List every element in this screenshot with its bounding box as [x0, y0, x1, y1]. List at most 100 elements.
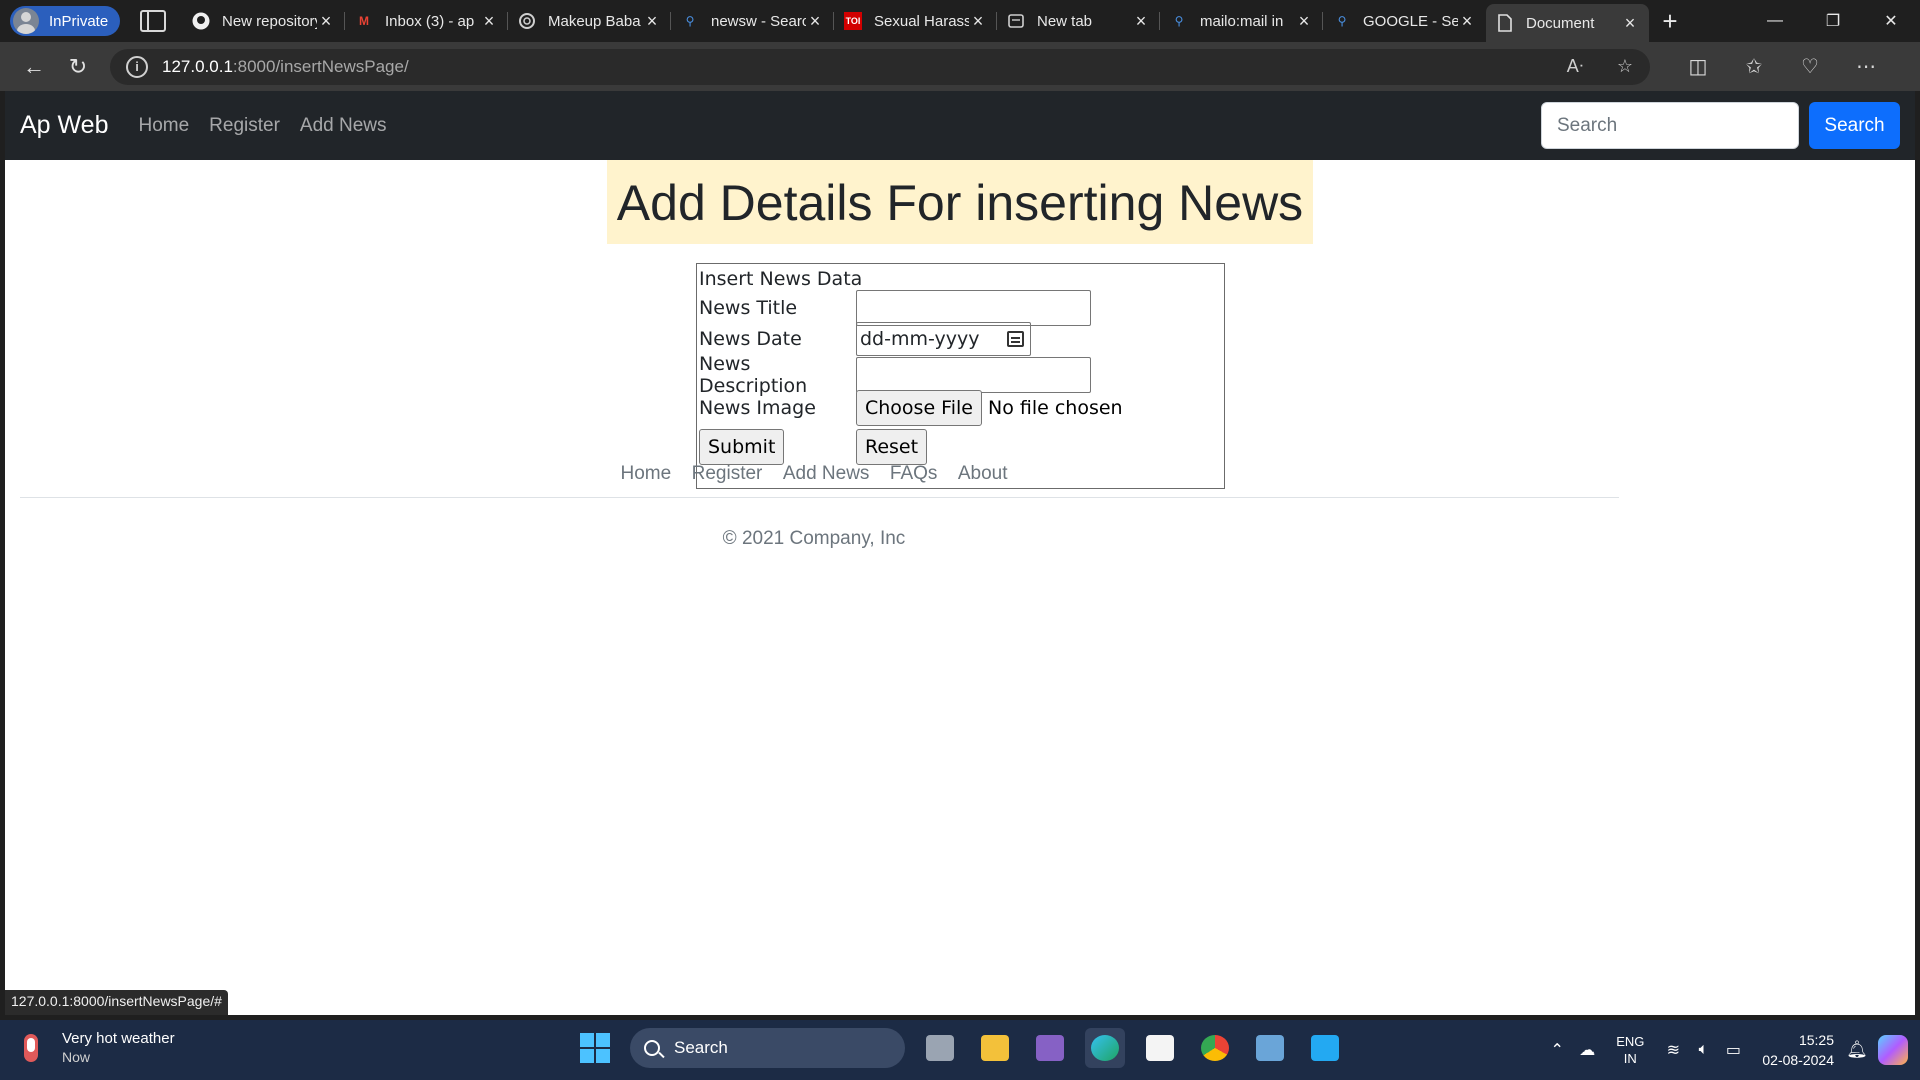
- submit-cell: Submit: [699, 429, 856, 465]
- browser-essentials-icon[interactable]: ♡: [1782, 54, 1838, 79]
- battery-icon[interactable]: ▭: [1718, 1040, 1748, 1060]
- browser-tab-strip: InPrivate New repository × M Inbox (3) -…: [0, 0, 1920, 42]
- nav-link-register[interactable]: Register: [209, 115, 280, 137]
- browser-tab[interactable]: ⚲ newsw - Search ×: [671, 0, 834, 42]
- wifi-icon[interactable]: ≋: [1658, 1040, 1688, 1060]
- refresh-icon[interactable]: ↻: [56, 49, 100, 85]
- footer-link-home[interactable]: Home: [620, 463, 671, 484]
- form-row-date: News Date dd-mm-yyyy: [699, 322, 1031, 356]
- tab-close-icon[interactable]: ×: [480, 11, 498, 32]
- vscode-icon[interactable]: [1305, 1028, 1345, 1068]
- navbar-search-input[interactable]: [1541, 102, 1799, 149]
- start-windows-icon[interactable]: [580, 1033, 610, 1063]
- tab-actions-icon[interactable]: [140, 10, 166, 32]
- chevron-up-icon[interactable]: ⌃: [1542, 1040, 1572, 1060]
- notification-bell-icon[interactable]: 🔔︎: [1846, 1040, 1868, 1060]
- tab-close-icon[interactable]: ×: [1458, 11, 1476, 32]
- edge-browser-icon[interactable]: [1085, 1028, 1125, 1068]
- footer-link-about[interactable]: About: [958, 463, 1008, 484]
- window-controls: — ❐ ✕: [1746, 0, 1920, 42]
- browser-tab[interactable]: New repository ×: [182, 0, 345, 42]
- tab-close-icon[interactable]: ×: [806, 11, 824, 32]
- tab-close-icon[interactable]: ×: [317, 11, 335, 32]
- browser-tab[interactable]: M Inbox (3) - ap ×: [345, 0, 508, 42]
- favorite-star-icon[interactable]: ☆: [1600, 56, 1650, 77]
- close-window-icon[interactable]: ✕: [1862, 0, 1920, 42]
- navbar-search-button[interactable]: Search: [1809, 102, 1900, 149]
- tab-close-icon[interactable]: ×: [1295, 11, 1313, 32]
- footer-divider: [20, 497, 1619, 498]
- clock[interactable]: 15:25 02-08-2024: [1762, 1030, 1834, 1070]
- footer-link-faqs[interactable]: FAQs: [890, 463, 938, 484]
- new-tab-button[interactable]: +: [1649, 6, 1691, 37]
- footer-nav: Home Register Add News FAQs About: [5, 463, 1623, 485]
- restore-icon[interactable]: ❐: [1804, 0, 1862, 42]
- minimize-icon[interactable]: —: [1746, 0, 1804, 42]
- github-icon: [192, 12, 210, 30]
- form-row-title: News Title: [699, 290, 1091, 326]
- site-info-icon[interactable]: i: [126, 55, 148, 78]
- task-view-icon[interactable]: [920, 1028, 960, 1068]
- microsoft-store-icon[interactable]: [1140, 1028, 1180, 1068]
- tab-close-icon[interactable]: ×: [1621, 13, 1639, 34]
- footer-link-register[interactable]: Register: [692, 463, 763, 484]
- no-file-text: No file chosen: [987, 397, 1123, 419]
- browser-tab-active[interactable]: Document ×: [1486, 4, 1649, 42]
- news-description-input[interactable]: [856, 357, 1091, 393]
- favorites-icon[interactable]: ✩: [1726, 54, 1782, 79]
- browser-tab[interactable]: ⚲ mailo:mail in ×: [1160, 0, 1323, 42]
- clock-date: 02-08-2024: [1762, 1052, 1834, 1068]
- navbar-search-form: Search: [1541, 102, 1900, 149]
- chrome-icon[interactable]: [1195, 1028, 1235, 1068]
- form-caption: Insert News Data: [699, 268, 863, 290]
- weather-widget[interactable]: Very hot weather Now: [24, 1030, 175, 1065]
- tab-title: Makeup Baba: [548, 12, 641, 30]
- calendar-icon[interactable]: [1007, 331, 1024, 347]
- language-indicator[interactable]: ENG IN: [1616, 1033, 1644, 1067]
- url-host: 127.0.0.1: [162, 56, 233, 76]
- navbar-brand[interactable]: Ap Web: [20, 111, 108, 140]
- tab-title: Document: [1526, 14, 1595, 32]
- more-menu-icon[interactable]: ⋯: [1838, 54, 1894, 79]
- address-bar[interactable]: i 127.0.0.1:8000/insertNewsPage/ Aᐧ ☆: [110, 48, 1650, 85]
- browser-tab[interactable]: Makeup Baba ×: [508, 0, 671, 42]
- insert-news-form: Insert News Data News Title News Date dd…: [696, 263, 1225, 489]
- news-date-label: News Date: [699, 328, 802, 350]
- footer-link-add-news[interactable]: Add News: [783, 463, 870, 484]
- submit-button[interactable]: Submit: [699, 429, 785, 465]
- onedrive-icon[interactable]: ☁: [1572, 1040, 1602, 1060]
- copilot-icon[interactable]: [1878, 1035, 1908, 1065]
- visual-studio-icon[interactable]: [1030, 1028, 1070, 1068]
- browser-tab[interactable]: ⚲ GOOGLE - Se ×: [1323, 0, 1486, 42]
- taskbar-search-label: Search: [674, 1038, 728, 1057]
- file-explorer-icon[interactable]: [975, 1028, 1015, 1068]
- weather-subtitle: Now: [62, 1049, 91, 1065]
- search-icon: ⚲: [685, 14, 695, 28]
- tab-close-icon[interactable]: ×: [969, 11, 987, 32]
- nav-link-add-news[interactable]: Add News: [300, 115, 387, 137]
- news-title-input[interactable]: [856, 290, 1091, 326]
- choose-file-button[interactable]: Choose File: [856, 390, 982, 426]
- newtab-icon: [1007, 12, 1025, 30]
- inprivate-profile-button[interactable]: InPrivate: [10, 6, 120, 36]
- browser-tab[interactable]: TOI Sexual Harass ×: [834, 0, 997, 42]
- tab-title: New tab: [1037, 12, 1093, 30]
- tab-close-icon[interactable]: ×: [1132, 11, 1150, 32]
- browser-tab[interactable]: New tab ×: [997, 0, 1160, 42]
- search-icon: [644, 1040, 660, 1056]
- tab-close-icon[interactable]: ×: [643, 11, 661, 32]
- news-date-input[interactable]: dd-mm-yyyy: [856, 322, 1031, 356]
- taskbar-search-box[interactable]: Search: [630, 1028, 905, 1068]
- reset-button[interactable]: Reset: [856, 429, 928, 465]
- tab-title: Inbox (3) - ap: [385, 12, 475, 30]
- back-arrow-icon[interactable]: ←: [12, 49, 56, 85]
- brave-app-icon[interactable]: [1250, 1028, 1290, 1068]
- date-placeholder: dd-mm-yyyy: [860, 328, 980, 350]
- heading-wrap: Add Details For inserting News: [5, 160, 1915, 244]
- nav-link-home[interactable]: Home: [138, 115, 189, 137]
- volume-icon[interactable]: 🔈︎: [1688, 1041, 1718, 1059]
- system-tray: ⌃ ☁ ENG IN ≋ 🔈︎ ▭ 15:25 02-08-2024 🔔︎: [1542, 1020, 1920, 1080]
- split-screen-icon[interactable]: ◫: [1670, 54, 1726, 79]
- read-aloud-icon[interactable]: Aᐧ: [1550, 56, 1600, 77]
- lang-line-1: ENG: [1616, 1034, 1645, 1049]
